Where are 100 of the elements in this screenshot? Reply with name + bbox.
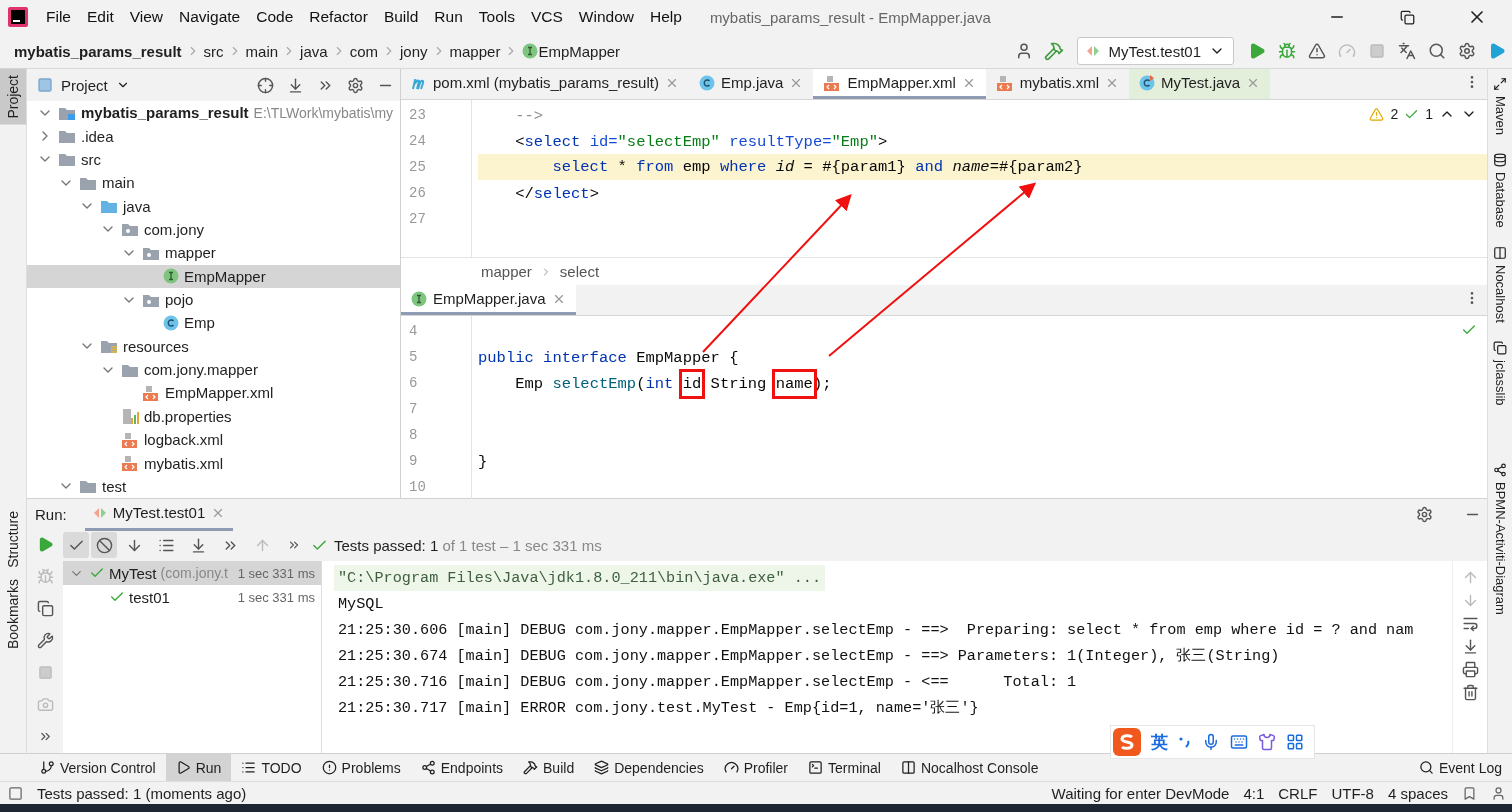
tree-item[interactable]: main xyxy=(27,171,400,195)
menu-item[interactable]: View xyxy=(121,8,172,26)
punctuation-icon[interactable] xyxy=(1178,735,1192,749)
tool-window-button[interactable]: Run xyxy=(165,754,232,781)
tree-item[interactable]: logback.xml xyxy=(27,428,400,452)
tree-item[interactable]: .idea xyxy=(27,124,400,148)
tool-window-button[interactable]: Dependencies xyxy=(584,754,714,781)
tool-window-button[interactable]: Profiler xyxy=(713,754,799,781)
menu-item[interactable]: Tools xyxy=(470,8,523,26)
wrench-icon[interactable] xyxy=(36,631,54,649)
menu-item[interactable]: Build xyxy=(375,8,427,26)
hammer-icon[interactable] xyxy=(1044,41,1065,61)
restore-icon[interactable] xyxy=(1399,9,1415,25)
test-item[interactable]: MyTest (com.jony.t 1 sec 331 ms xyxy=(63,561,321,585)
breadcrumb-item[interactable]: jony xyxy=(400,42,428,60)
breadcrumb-item[interactable]: EmpMapper xyxy=(538,42,621,60)
tool-window-tab[interactable]: Nocalhost xyxy=(1492,241,1508,327)
menu-item[interactable]: Navigate xyxy=(171,8,249,26)
tree-item[interactable]: db.properties xyxy=(27,404,400,429)
menu-item[interactable]: Refactor xyxy=(301,8,376,26)
tool-window-tab[interactable]: BPMN-Activiti-Diagram xyxy=(1492,459,1508,619)
editor-tab[interactable]: pom.xml (mybatis_params_result) xyxy=(401,69,689,99)
editor-tab[interactable]: MyTest.java xyxy=(1129,69,1271,99)
menu-item[interactable]: Code xyxy=(248,8,302,26)
menu-item[interactable]: Edit xyxy=(79,8,122,26)
menu-item[interactable]: Help xyxy=(642,8,690,26)
skin-icon[interactable] xyxy=(1258,733,1276,751)
tool-window-button[interactable]: Version Control xyxy=(30,754,166,781)
tree-item[interactable]: resources xyxy=(27,334,400,358)
tool-window-tab[interactable]: Maven xyxy=(1492,73,1508,140)
menu-item[interactable]: Run xyxy=(426,8,471,26)
search-icon[interactable] xyxy=(1428,42,1446,60)
status-item[interactable]: CRLF xyxy=(1278,784,1318,802)
run-configuration-dropdown[interactable]: MyTest.test01 xyxy=(1077,37,1234,65)
breadcrumb-item[interactable]: java xyxy=(300,42,328,60)
locate-icon[interactable] xyxy=(256,76,274,94)
tool-window-tab[interactable]: Database xyxy=(1492,149,1508,232)
tool-window-button[interactable]: Endpoints xyxy=(410,754,514,781)
editor-tab[interactable]: Emp.java xyxy=(688,69,814,99)
print-icon[interactable] xyxy=(1461,661,1479,678)
soft-wrap-icon[interactable] xyxy=(1461,615,1479,632)
toolbox-icon[interactable] xyxy=(1286,733,1304,751)
tool-window-tab[interactable]: Structure xyxy=(0,504,26,574)
microphone-icon[interactable] xyxy=(1202,733,1220,751)
breadcrumb-item[interactable]: main xyxy=(245,42,279,60)
status-item[interactable]: UTF-8 xyxy=(1331,784,1374,802)
tree-item[interactable]: Emp xyxy=(27,311,400,335)
project-view-dropdown[interactable]: Project xyxy=(37,76,130,94)
tree-item[interactable]: mybatis.xml xyxy=(27,451,400,475)
breadcrumb-item[interactable]: com xyxy=(349,42,378,60)
status-item[interactable]: Waiting for enter DevMode xyxy=(1051,784,1230,802)
status-item[interactable]: 4:1 xyxy=(1243,784,1265,802)
settings-icon[interactable] xyxy=(346,76,364,94)
tree-item[interactable]: com.jony.mapper xyxy=(27,357,400,382)
tool-window-button[interactable]: Terminal xyxy=(798,754,891,781)
tool-window-tab[interactable]: Bookmarks xyxy=(0,573,26,656)
breadcrumb-item[interactable]: src xyxy=(203,42,224,60)
tree-item[interactable]: pojo xyxy=(27,287,400,312)
show-passed-toggle[interactable] xyxy=(63,532,89,558)
tree-item[interactable]: src xyxy=(27,147,400,172)
ime-mode-label[interactable]: 英 xyxy=(1151,730,1168,754)
editor-tab[interactable]: EmpMapper.java xyxy=(401,285,576,315)
settings-icon[interactable] xyxy=(1458,42,1476,60)
trash-icon[interactable] xyxy=(1461,684,1479,701)
run-tab[interactable]: MyTest.test01 xyxy=(84,497,234,531)
menu-item[interactable]: VCS xyxy=(522,8,571,26)
tree-item[interactable]: EmpMapper xyxy=(27,264,400,288)
breadcrumb-item[interactable]: mapper xyxy=(449,42,501,60)
tool-window-button[interactable]: TODO xyxy=(231,754,312,781)
breadcrumb-item[interactable]: mybatis_params_result xyxy=(14,42,182,60)
tool-window-button[interactable]: Problems xyxy=(311,754,411,781)
menu-item[interactable]: File xyxy=(38,8,79,26)
tree-item[interactable]: mapper xyxy=(27,241,400,265)
plugin-logo-icon[interactable] xyxy=(1488,42,1506,60)
show-ignored-toggle[interactable] xyxy=(91,532,117,558)
settings-icon[interactable] xyxy=(1415,505,1433,523)
user-icon[interactable] xyxy=(1491,785,1506,801)
tool-window-tab[interactable]: jclasslib xyxy=(1492,336,1508,409)
editor-tab[interactable]: mybatis.xml xyxy=(985,69,1129,99)
layout-icon[interactable] xyxy=(8,785,23,801)
event-log-button[interactable]: Event Log xyxy=(1408,754,1512,781)
status-item[interactable]: 4 spaces xyxy=(1387,784,1448,802)
translate-icon[interactable] xyxy=(1398,42,1416,60)
tool-window-button[interactable]: Build xyxy=(513,754,585,781)
tree-item[interactable]: com.jony xyxy=(27,217,400,242)
more-icon[interactable] xyxy=(287,538,301,552)
tool-window-button[interactable]: Nocalhost Console xyxy=(890,754,1049,781)
test-item[interactable]: test01 1 sec 331 ms xyxy=(63,585,321,609)
tool-window-tab[interactable]: Project xyxy=(0,69,26,125)
menu-item[interactable]: Window xyxy=(570,8,642,26)
editor-tab[interactable]: EmpMapper.xml xyxy=(813,69,986,99)
tree-item[interactable]: mybatis_params_result E:\TLWork\mybatis\my xyxy=(27,101,400,125)
debug-icon[interactable] xyxy=(1278,42,1296,60)
run-icon[interactable] xyxy=(1248,42,1266,60)
tree-item[interactable]: test xyxy=(27,474,400,498)
keyboard-icon[interactable] xyxy=(1230,733,1248,751)
breadcrumb-item[interactable]: mapper xyxy=(481,263,532,280)
breadcrumb-item[interactable]: select xyxy=(559,263,600,280)
tree-item[interactable]: EmpMapper.xml xyxy=(27,381,400,405)
tree-item[interactable]: java xyxy=(27,194,400,218)
